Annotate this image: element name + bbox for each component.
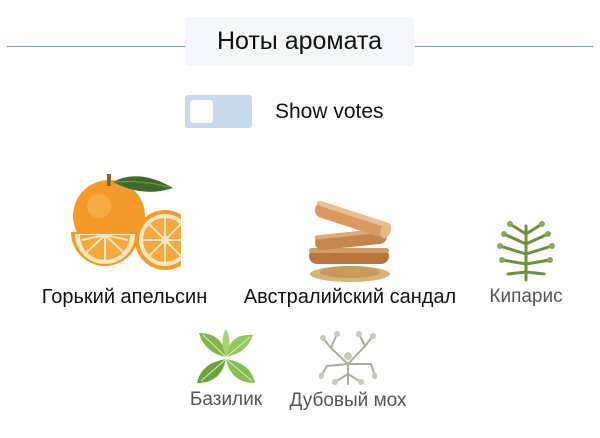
note-bitter-orange[interactable]: Горький апельсин: [28, 170, 221, 309]
oakmoss-icon: [319, 331, 377, 385]
note-name: Кипарис: [489, 286, 563, 307]
note-name: Горький апельсин: [41, 286, 208, 308]
title-divider-right: [415, 46, 593, 47]
basil-icon: [197, 329, 255, 383]
section-title: Ноты аромата: [185, 17, 414, 66]
note-name: Австралийский сандал: [243, 286, 457, 308]
show-votes-toggle[interactable]: [185, 95, 252, 128]
section-title-text: Ноты аромата: [216, 27, 383, 55]
note-basil[interactable]: Базилик: [178, 327, 274, 411]
sandalwood-icon: [309, 200, 392, 282]
toggle-knob: [190, 100, 213, 123]
note-name: Базилик: [189, 389, 263, 410]
show-votes-label: Show votes: [275, 100, 384, 123]
note-cypress[interactable]: Кипарис: [478, 220, 574, 308]
note-name: Дубовый мох: [289, 390, 407, 411]
fragrance-notes-panel: Ноты аромата Show votes Горький апельсин…: [0, 0, 600, 438]
note-australian-sandalwood[interactable]: Австралийский сандал: [228, 200, 472, 309]
title-divider-left: [7, 46, 185, 47]
cypress-icon: [497, 221, 555, 282]
bitter-orange-icon: [70, 174, 181, 270]
note-oakmoss[interactable]: Дубовый мох: [277, 330, 419, 412]
